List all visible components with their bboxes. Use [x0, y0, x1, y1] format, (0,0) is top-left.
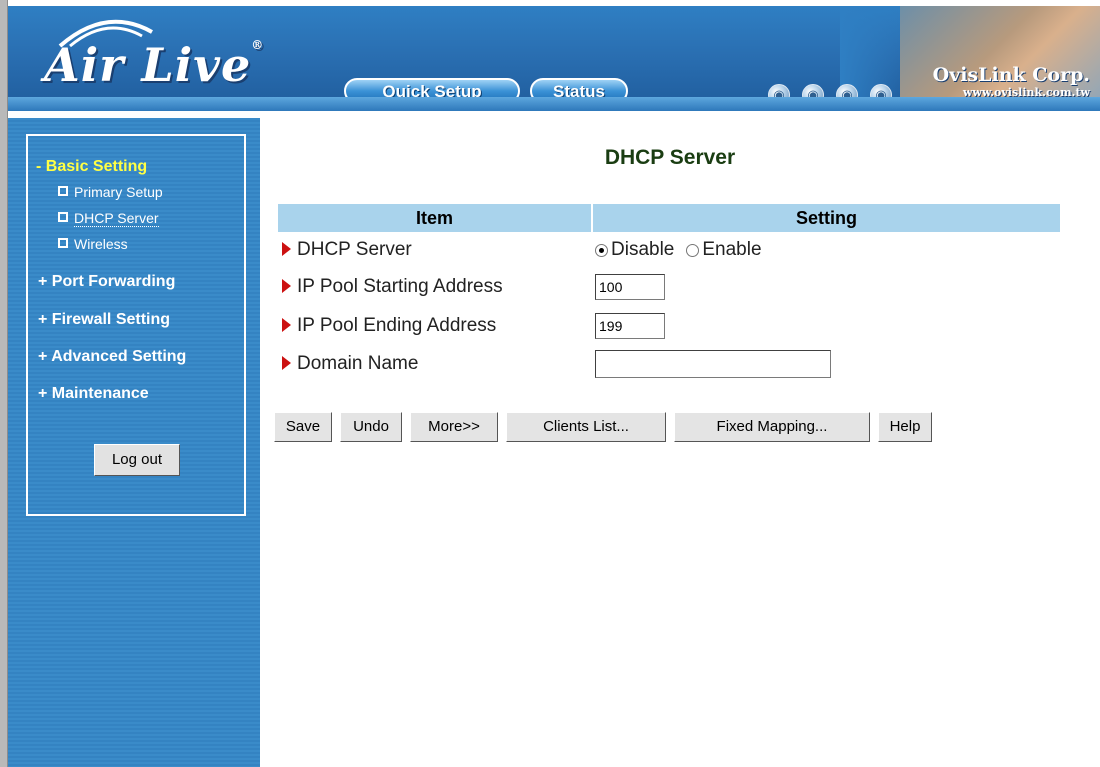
nav-basic-setting[interactable]: - Basic Setting	[36, 158, 147, 176]
pool-end-setting	[595, 311, 665, 341]
pool-end-input[interactable]	[595, 313, 665, 339]
nav-maintenance[interactable]: + Maintenance	[38, 385, 149, 403]
arrow-right-icon	[282, 356, 291, 370]
brand-name: OvisLink Corp.	[932, 64, 1090, 86]
pool-start-setting	[595, 272, 665, 302]
table-header: Item Setting	[278, 204, 1060, 232]
dhcp-enable-radio[interactable]	[686, 243, 700, 257]
row-label: IP Pool Starting Address	[282, 272, 503, 302]
dhcp-disable-radio[interactable]	[595, 243, 608, 257]
nav-primary-setup[interactable]: Primary Setup	[58, 184, 163, 200]
row-label: IP Pool Ending Address	[282, 311, 496, 341]
fixed-mapping-button[interactable]: Fixed Mapping...	[674, 412, 870, 442]
sidebar: - Basic Setting Primary Setup DHCP Serve…	[8, 118, 260, 767]
nav-advanced-setting[interactable]: + Advanced Setting	[38, 348, 186, 366]
arrow-right-icon	[282, 242, 291, 256]
domain-setting	[595, 349, 831, 379]
column-header-item: Item	[278, 204, 591, 232]
save-button[interactable]: Save	[274, 412, 332, 442]
header-strip	[8, 97, 1100, 111]
dhcp-enable-label[interactable]: Enable	[702, 239, 761, 261]
column-header-setting: Setting	[593, 204, 1060, 232]
help-button[interactable]: Help	[878, 412, 932, 442]
nav-box: - Basic Setting Primary Setup DHCP Serve…	[26, 134, 246, 516]
more-button[interactable]: More>>	[410, 412, 498, 442]
row-label: Domain Name	[282, 349, 418, 379]
pool-start-input[interactable]	[595, 274, 665, 300]
table-row-domain-name: Domain Name	[278, 349, 1060, 379]
row-label: DHCP Server	[282, 235, 412, 265]
clients-list-button[interactable]: Clients List...	[506, 412, 666, 442]
nav-firewall-setting[interactable]: + Firewall Setting	[38, 311, 170, 329]
table-row-dhcp-server: DHCP Server Disable Enable	[278, 235, 1060, 265]
main-content: DHCP Server Item Setting DHCP Server Dis…	[260, 118, 1100, 767]
domain-name-input[interactable]	[595, 350, 831, 378]
square-bullet-icon	[58, 186, 68, 196]
arrow-right-icon	[282, 318, 291, 332]
dhcp-disable-label[interactable]: Disable	[611, 239, 674, 261]
nav-wireless[interactable]: Wireless	[58, 236, 128, 252]
dhcp-mode-radio-group: Disable Enable	[595, 235, 762, 265]
square-bullet-icon	[58, 212, 68, 222]
table-row-pool-end: IP Pool Ending Address	[278, 311, 1060, 341]
airlive-logo: Air Live®	[44, 38, 265, 92]
brand-block: OvisLink Corp. www.ovislink.com.tw	[933, 64, 1090, 99]
action-button-row: Save Undo More>> Clients List... Fixed M…	[274, 412, 940, 442]
header-banner: Air Live® Quick Setup Status ◉ ◉ ◉ ◉ Ovi…	[8, 6, 1100, 111]
square-bullet-icon	[58, 238, 68, 248]
window-frame-left	[0, 0, 8, 767]
nav-port-forwarding[interactable]: + Port Forwarding	[38, 273, 175, 291]
nav-dhcp-server[interactable]: DHCP Server	[58, 210, 159, 227]
undo-button[interactable]: Undo	[340, 412, 402, 442]
arrow-right-icon	[282, 279, 291, 293]
page-title: DHCP Server	[604, 146, 736, 169]
table-row-pool-start: IP Pool Starting Address	[278, 272, 1060, 302]
logout-button[interactable]: Log out	[94, 444, 180, 476]
